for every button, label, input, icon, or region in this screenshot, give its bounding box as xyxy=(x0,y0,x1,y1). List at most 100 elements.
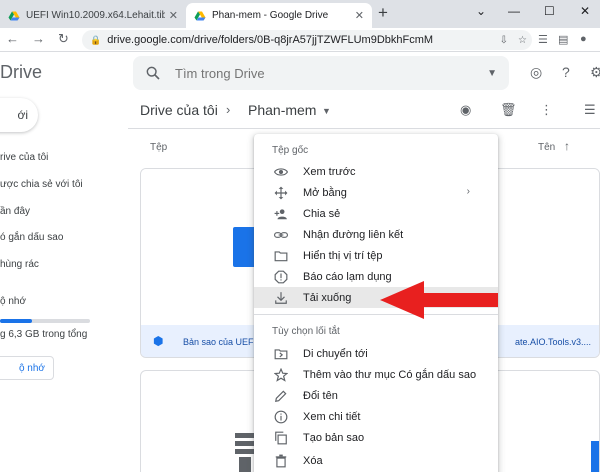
menu-item-label: Tải xuống xyxy=(303,291,352,304)
move-to-icon xyxy=(274,348,288,359)
menu-section-shortcut: Tùy chọn lối tắt xyxy=(272,326,340,337)
breadcrumb-separator: › xyxy=(226,102,231,117)
sidebar-item-shared[interactable]: ược chia sẻ với tôi xyxy=(0,179,83,190)
reload-icon[interactable]: ↻ xyxy=(58,31,69,47)
buy-storage-label: ộ nhớ xyxy=(18,362,45,374)
star-icon xyxy=(274,367,288,382)
browser-tab-drive[interactable]: Phan-mem - Google Drive ✕ xyxy=(186,3,372,28)
new-button[interactable]: ới xyxy=(0,98,38,132)
trash-icon xyxy=(275,454,287,467)
storage-bar-fill xyxy=(0,319,32,323)
search-bar[interactable]: ▼ xyxy=(133,56,509,90)
copy-icon xyxy=(275,431,287,444)
report-icon xyxy=(274,270,288,283)
menu-item-label: Thêm vào thư mục Có gắn dấu sao xyxy=(303,368,477,381)
breadcrumb-my-drive[interactable]: Drive của tôi xyxy=(140,102,218,118)
new-button-label: ới xyxy=(17,108,28,122)
menu-item-open-with[interactable]: Mở bằng › xyxy=(254,182,498,203)
preview-eye-icon[interactable]: ◉ xyxy=(460,102,471,118)
drive-logo-text: Drive xyxy=(0,62,43,82)
google-drive-icon xyxy=(8,11,20,20)
tab-close-icon[interactable]: ✕ xyxy=(169,9,178,22)
minimize-icon[interactable]: — xyxy=(508,4,520,18)
back-icon[interactable]: ← xyxy=(6,31,19,46)
profile-icon[interactable]: ● xyxy=(580,33,587,45)
archive-file-icon xyxy=(235,433,255,472)
menu-item-preview[interactable]: Xem trước xyxy=(254,161,498,182)
menu-item-label: Nhận đường liên kết xyxy=(303,228,404,241)
bookmark-star-icon[interactable]: ☆ xyxy=(518,35,527,46)
maximize-icon[interactable]: ☐ xyxy=(544,4,555,18)
menu-item-label: Đổi tên xyxy=(303,389,338,402)
offline-status-icon[interactable]: ◎ xyxy=(530,64,542,81)
sidebar-item-my-drive[interactable]: rive của tôi xyxy=(0,152,48,163)
storage-usage-text: g 6,3 GB trong tổng xyxy=(0,329,88,340)
edit-icon xyxy=(275,390,287,402)
extension-icon[interactable]: ☰ xyxy=(538,33,548,46)
menu-section-original: Tệp gốc xyxy=(272,145,309,156)
google-drive-icon xyxy=(194,11,206,20)
extension-icon[interactable]: ▤ xyxy=(558,33,568,46)
breadcrumb-current-folder[interactable]: Phan-mem xyxy=(248,102,316,118)
header-divider xyxy=(128,128,600,129)
new-tab-icon[interactable]: + xyxy=(378,3,388,23)
column-header-files: Tệp xyxy=(150,142,168,153)
browser-tab-strip: UEFI Win10.2009.x64.Lehait.tib - ✕ Phan-… xyxy=(0,0,600,28)
sidebar-item-recent[interactable]: ần đây xyxy=(0,206,30,217)
menu-item-label: Xóa xyxy=(303,454,323,467)
menu-item-label: Di chuyển tới xyxy=(303,347,368,360)
search-input[interactable] xyxy=(175,65,488,81)
sidebar-item-starred[interactable]: ó gắn dấu sao xyxy=(0,232,63,243)
file-preview-image xyxy=(591,441,599,472)
forward-icon[interactable]: → xyxy=(32,31,45,46)
install-icon[interactable]: ⇩ xyxy=(500,35,508,46)
menu-item-label: Xem chi tiết xyxy=(303,410,361,423)
help-icon[interactable]: ? xyxy=(562,64,570,80)
file-name-right: ate.AIO.Tools.v3.... xyxy=(514,337,591,347)
tab-title: UEFI Win10.2009.x64.Lehait.tib - xyxy=(26,10,165,21)
menu-item-label: Hiển thị vị trí tệp xyxy=(303,249,383,262)
list-view-icon[interactable]: ☰ xyxy=(584,102,596,118)
menu-item-label: Tạo bản sao xyxy=(303,431,365,444)
browser-tab-uefi[interactable]: UEFI Win10.2009.x64.Lehait.tib - ✕ xyxy=(0,3,186,28)
search-icon xyxy=(146,66,160,80)
menu-item-make-copy[interactable]: Tạo bản sao xyxy=(254,427,498,448)
menu-item-label: Xem trước xyxy=(303,165,356,178)
column-header-sort-name[interactable]: Tên xyxy=(538,142,555,153)
menu-item-label: Mở bằng xyxy=(303,186,347,199)
settings-icon[interactable]: ⚙ xyxy=(590,64,600,81)
menu-item-get-link[interactable]: Nhận đường liên kết xyxy=(254,224,498,245)
address-bar[interactable]: 🔒 drive.google.com/drive/folders/0B-q8jr… xyxy=(82,30,532,50)
shortcut-file-icon: ⬢ xyxy=(153,334,164,348)
menu-item-label: Chia sẻ xyxy=(303,207,341,220)
menu-item-details[interactable]: Xem chi tiết xyxy=(254,406,498,427)
close-window-icon[interactable]: ✕ xyxy=(580,4,590,18)
menu-item-add-starred[interactable]: Thêm vào thư mục Có gắn dấu sao xyxy=(254,364,498,385)
menu-item-rename[interactable]: Đổi tên xyxy=(254,385,498,406)
lock-icon: 🔒 xyxy=(90,34,102,45)
trash-icon[interactable]: 🗑 xyxy=(500,102,517,118)
buy-storage-button[interactable]: ộ nhớ xyxy=(0,356,54,380)
url-text: drive.google.com/drive/folders/0B-q8jrA5… xyxy=(107,34,434,46)
folder-menu-caret-icon[interactable]: ▼ xyxy=(322,106,331,116)
menu-item-show-location[interactable]: Hiển thị vị trí tệp xyxy=(254,245,498,266)
more-options-icon[interactable]: ⋮ xyxy=(540,102,553,118)
download-icon xyxy=(275,291,287,304)
info-icon xyxy=(274,410,288,423)
folder-icon xyxy=(274,250,288,261)
browser-toolbar: ← → ↻ 🔒 drive.google.com/drive/folders/0… xyxy=(0,28,600,52)
menu-item-move-to[interactable]: Di chuyển tới xyxy=(254,343,498,364)
sidebar-item-storage[interactable]: ộ nhớ xyxy=(0,296,26,307)
storage-bar xyxy=(0,319,90,323)
tab-title: Phan-mem - Google Drive xyxy=(212,10,329,21)
tab-close-icon[interactable]: ✕ xyxy=(355,9,364,22)
sidebar-item-trash[interactable]: hùng rác xyxy=(0,259,39,270)
file-name-left: Bản sao của UEF xyxy=(183,337,254,347)
menu-item-share[interactable]: Chia sẻ xyxy=(254,203,498,224)
search-options-icon[interactable]: ▼ xyxy=(487,68,497,79)
annotation-arrow-icon xyxy=(380,281,498,319)
person-add-icon xyxy=(274,208,287,219)
sort-arrow-icon[interactable]: ↑ xyxy=(564,139,570,153)
menu-item-delete[interactable]: Xóa xyxy=(254,450,498,471)
tab-search-icon[interactable]: ⌄ xyxy=(476,4,486,18)
